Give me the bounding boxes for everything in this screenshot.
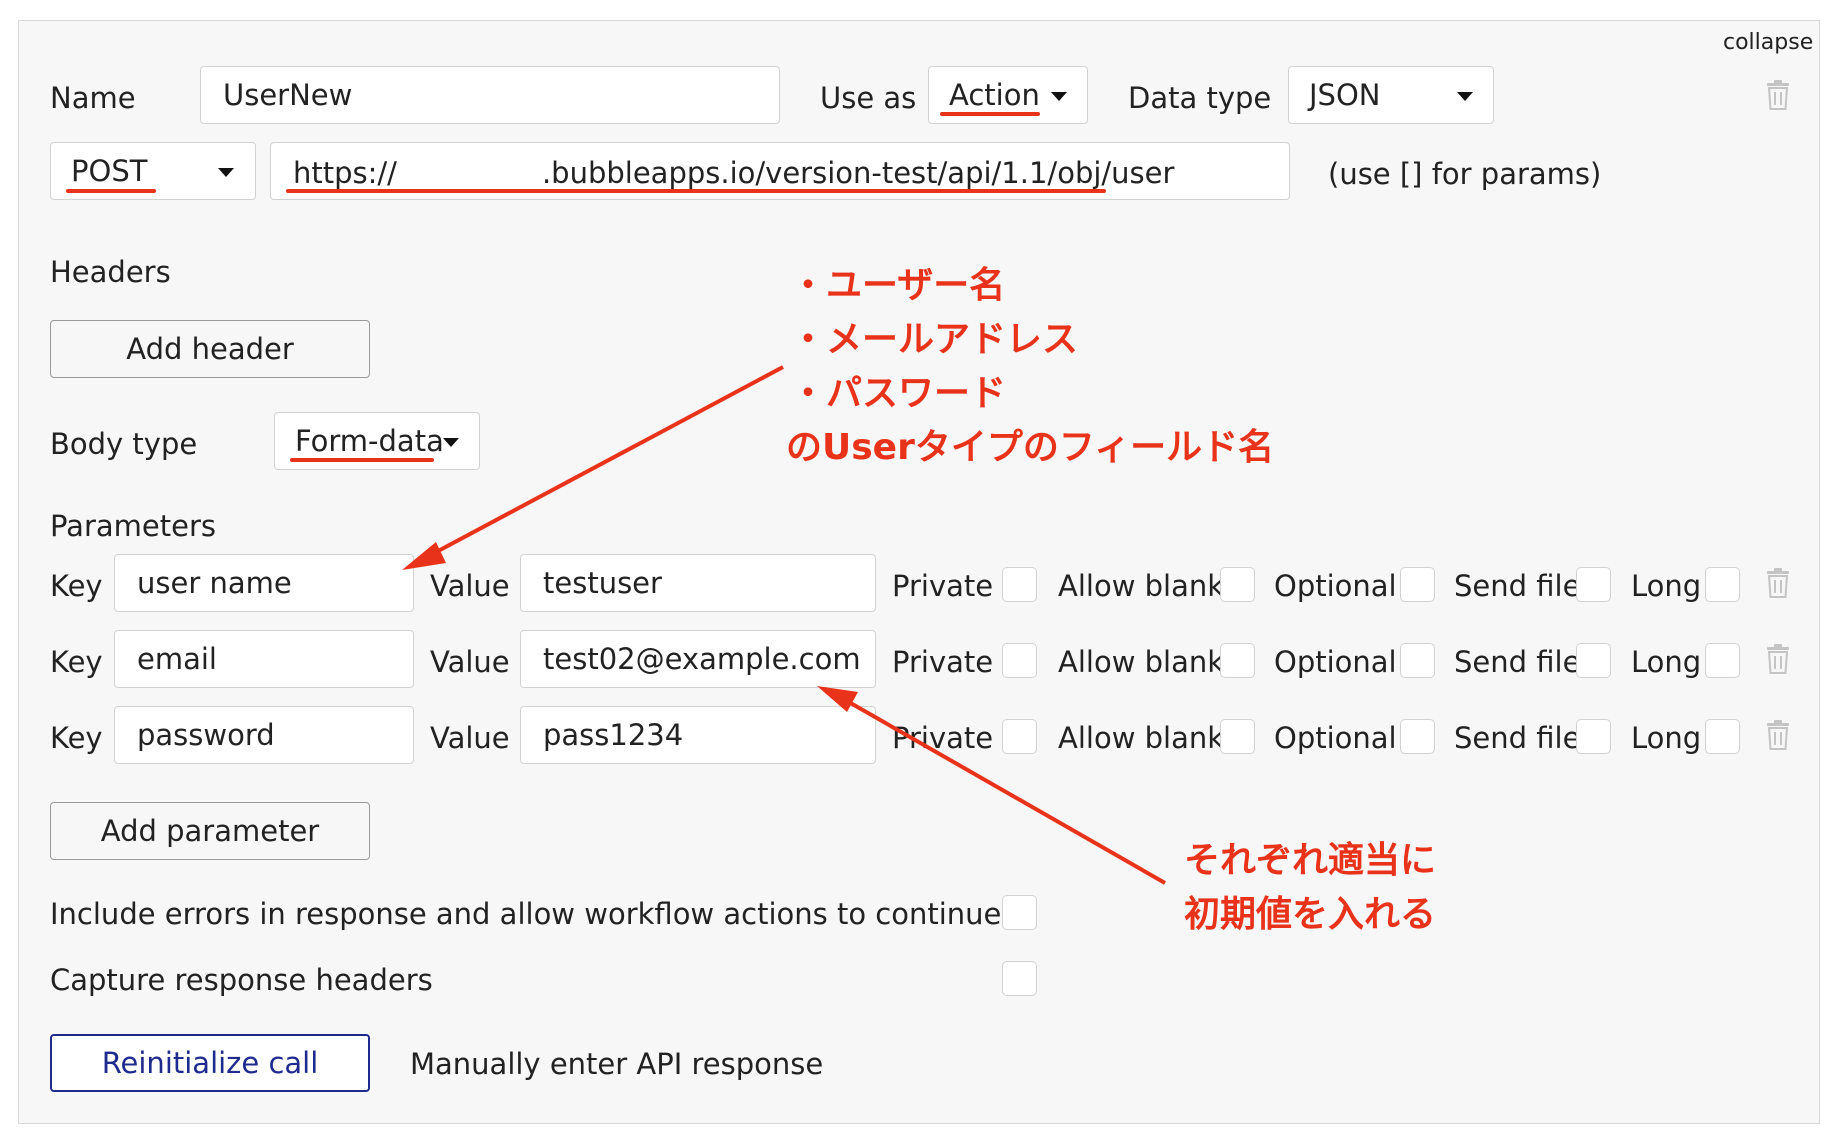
arrowhead bbox=[817, 686, 858, 712]
arrowhead bbox=[402, 542, 446, 570]
arrow-line bbox=[839, 695, 1166, 885]
arrow-line bbox=[424, 365, 784, 560]
annotation-arrows bbox=[402, 365, 1166, 885]
